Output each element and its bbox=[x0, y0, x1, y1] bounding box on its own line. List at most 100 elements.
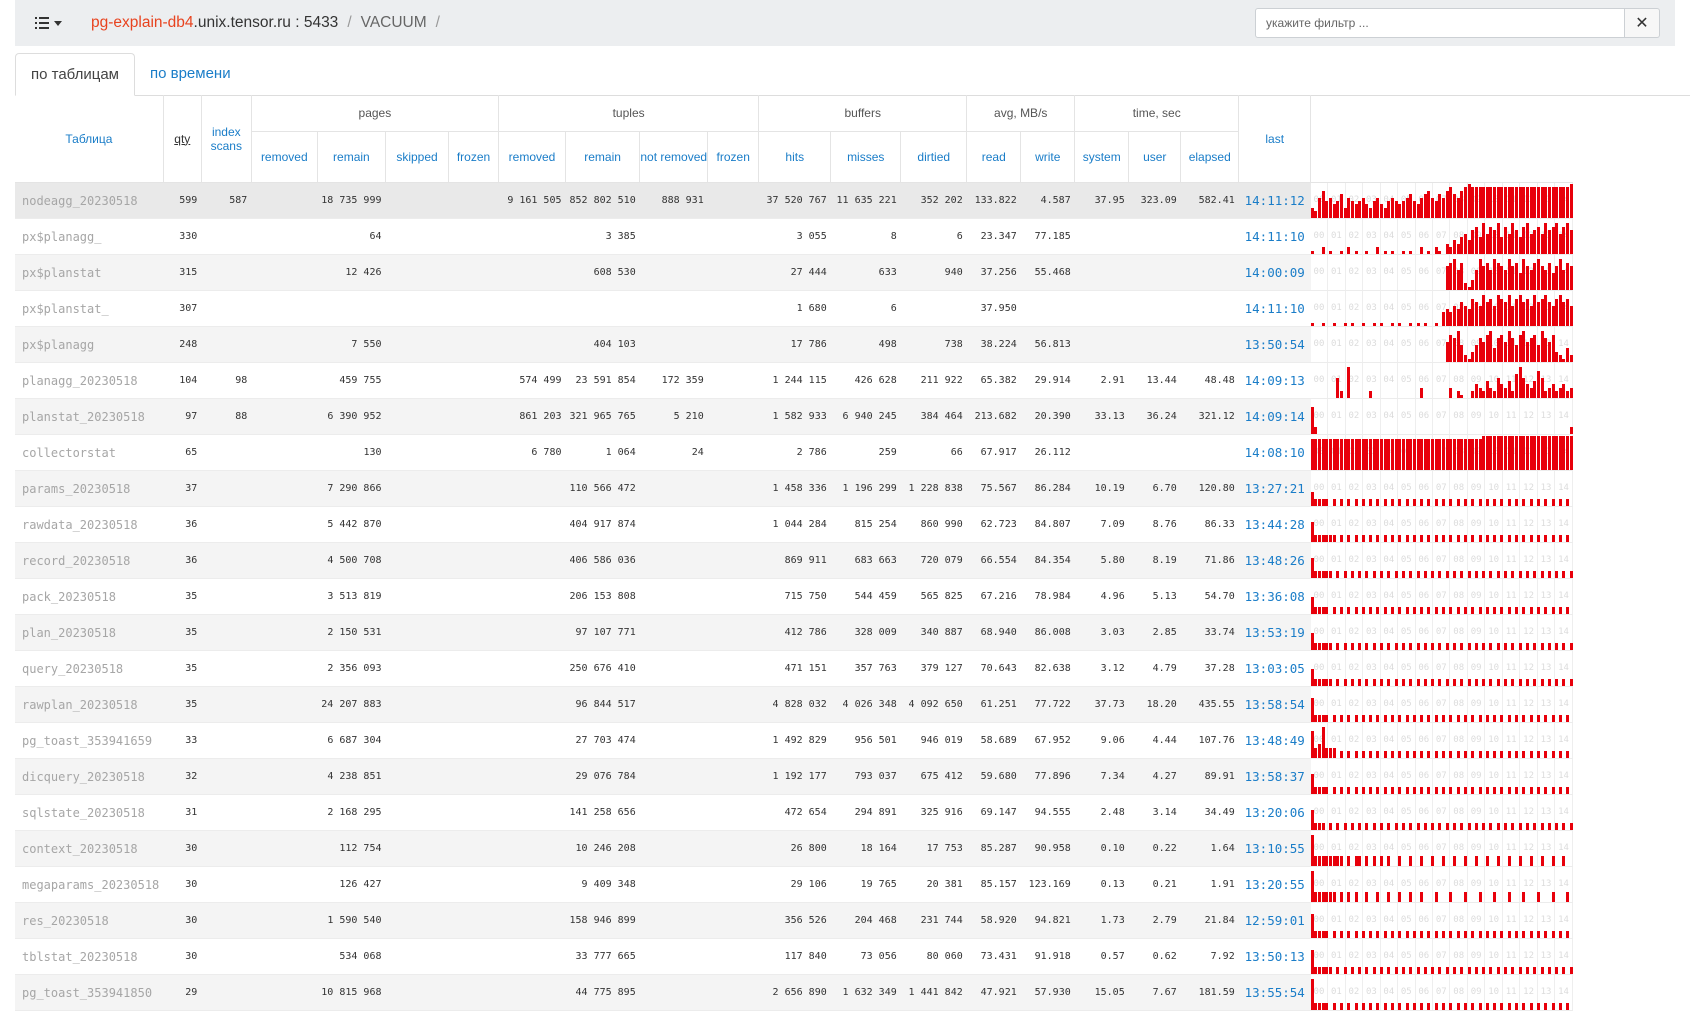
cell-last[interactable]: 13:48:49 bbox=[1238, 722, 1311, 759]
table-row[interactable]: record_20230518 36 4 500 708 406 586 036 869… bbox=[15, 542, 1573, 579]
table-row[interactable]: query_20230518 35 2 356 093 250 676 410 471 … bbox=[15, 650, 1573, 687]
cell-last[interactable]: 13:36:08 bbox=[1238, 578, 1311, 615]
cell-last[interactable]: 13:50:54 bbox=[1238, 326, 1311, 363]
cell-table-name[interactable]: res_20230518 bbox=[15, 902, 164, 939]
cell-last[interactable]: 14:00:09 bbox=[1238, 254, 1311, 291]
table-row[interactable]: px$planstat_ 307 1 680 6 37.950 14:11:10 00 01 0… bbox=[15, 290, 1573, 327]
table-row[interactable]: dicquery_20230518 32 4 238 851 29 076 784 1 … bbox=[15, 758, 1573, 795]
cell-qty: 330 bbox=[163, 218, 202, 255]
col-buffers-misses[interactable]: misses bbox=[830, 131, 902, 183]
breadcrumb-host-port[interactable]: .unix.tensor.ru : 5433 bbox=[194, 14, 339, 32]
breadcrumb-page[interactable]: VACUUM bbox=[361, 14, 427, 32]
table-row[interactable]: pack_20230518 35 3 513 819 206 153 808 715 7… bbox=[15, 578, 1573, 615]
table-row[interactable]: collectorstat 65 130 6 780 1 064 24 2 786 259 66… bbox=[15, 434, 1573, 471]
table-row[interactable]: rawplan_20230518 35 24 207 883 96 844 517 4 … bbox=[15, 686, 1573, 723]
cell-table-name[interactable]: planstat_20230518 bbox=[15, 398, 164, 435]
cell-last[interactable]: 13:55:54 bbox=[1238, 974, 1311, 1011]
col-time-elapsed[interactable]: elapsed bbox=[1180, 131, 1240, 183]
cell-last[interactable]: 13:20:55 bbox=[1238, 866, 1311, 903]
cell-table-name[interactable]: pack_20230518 bbox=[15, 578, 164, 615]
cell-last[interactable]: 13:03:05 bbox=[1238, 650, 1311, 687]
cell-last[interactable]: 13:10:55 bbox=[1238, 830, 1311, 867]
cell-last[interactable]: 13:27:21 bbox=[1238, 470, 1311, 507]
table-row[interactable]: px$planagg 248 7 550 404 103 17 786 498 738 38.… bbox=[15, 326, 1573, 363]
col-buffers-dirtied[interactable]: dirtied bbox=[900, 131, 968, 183]
col-pages-remain[interactable]: remain bbox=[317, 131, 387, 183]
table-row[interactable]: rawdata_20230518 36 5 442 870 404 917 874 1 … bbox=[15, 506, 1573, 543]
cell-table-name[interactable]: tblstat_20230518 bbox=[15, 938, 164, 975]
col-tuples-frozen[interactable]: frozen bbox=[707, 131, 760, 183]
cell-table-name[interactable]: megaparams_20230518 bbox=[15, 866, 164, 903]
cell-last[interactable]: 14:11:12 bbox=[1238, 182, 1311, 219]
col-tuples-removed[interactable]: removed bbox=[498, 131, 566, 183]
col-pages-frozen[interactable]: frozen bbox=[448, 131, 499, 183]
cell-table-name[interactable]: params_20230518 bbox=[15, 470, 164, 507]
col-tuples-remain[interactable]: remain bbox=[565, 131, 641, 183]
cell-table-name[interactable]: px$planagg_ bbox=[15, 218, 164, 255]
cell-table-name[interactable]: collectorstat bbox=[15, 434, 164, 471]
cell-last[interactable]: 12:59:01 bbox=[1238, 902, 1311, 939]
cell-table-name[interactable]: px$planagg bbox=[15, 326, 164, 363]
table-row[interactable]: pg_toast_353941659 33 6 687 304 27 703 474 1… bbox=[15, 722, 1573, 759]
cell-last[interactable]: 14:09:13 bbox=[1238, 362, 1311, 399]
cell-table-name[interactable]: plan_20230518 bbox=[15, 614, 164, 651]
col-pages-skipped[interactable]: skipped bbox=[385, 131, 449, 183]
table-row[interactable]: context_20230518 30 112 754 10 246 208 26 80… bbox=[15, 830, 1573, 867]
col-table[interactable]: Таблица bbox=[15, 95, 164, 183]
table-row[interactable]: nodeagg_20230518 599 587 18 735 999 9 161 50… bbox=[15, 182, 1573, 219]
col-avg-write[interactable]: write bbox=[1020, 131, 1076, 183]
cell-table-name[interactable]: pg_toast_353941850 bbox=[15, 974, 164, 1011]
cell-last[interactable]: 13:48:26 bbox=[1238, 542, 1311, 579]
cell-table-name[interactable]: record_20230518 bbox=[15, 542, 164, 579]
cell-last[interactable]: 14:08:10 bbox=[1238, 434, 1311, 471]
cell-table-name[interactable]: px$planstat bbox=[15, 254, 164, 291]
cell-last[interactable]: 13:58:54 bbox=[1238, 686, 1311, 723]
table-row[interactable]: tblstat_20230518 30 534 068 33 777 665 117 8… bbox=[15, 938, 1573, 975]
table-row[interactable]: res_20230518 30 1 590 540 158 946 899 356 52… bbox=[15, 902, 1573, 939]
cell-last[interactable]: 14:11:10 bbox=[1238, 290, 1311, 327]
cell-table-name[interactable]: nodeagg_20230518 bbox=[15, 182, 164, 219]
col-buffers-hits[interactable]: hits bbox=[758, 131, 832, 183]
cell-table-name[interactable]: px$planstat_ bbox=[15, 290, 164, 327]
col-index-scans[interactable]: index scans bbox=[201, 95, 252, 183]
cell-last[interactable]: 14:09:14 bbox=[1238, 398, 1311, 435]
cell-table-name[interactable]: query_20230518 bbox=[15, 650, 164, 687]
tab-by-tables[interactable]: по таблицам bbox=[15, 53, 135, 96]
breadcrumb-host[interactable]: pg-explain-db4 bbox=[91, 14, 194, 32]
cell-table-name[interactable]: rawplan_20230518 bbox=[15, 686, 164, 723]
cell-last[interactable]: 13:50:13 bbox=[1238, 938, 1311, 975]
table-row[interactable]: px$planagg_ 330 64 3 385 3 055 8 6 23.347 77.185… bbox=[15, 218, 1573, 255]
cell-last[interactable]: 14:11:10 bbox=[1238, 218, 1311, 255]
cell-last[interactable]: 13:44:28 bbox=[1238, 506, 1311, 543]
cell-table-name[interactable]: dicquery_20230518 bbox=[15, 758, 164, 795]
col-activity bbox=[1310, 95, 1573, 183]
table-row[interactable]: megaparams_20230518 30 126 427 9 409 348 29 … bbox=[15, 866, 1573, 903]
col-avg-read[interactable]: read bbox=[966, 131, 1022, 183]
cell-table-name[interactable]: planagg_20230518 bbox=[15, 362, 164, 399]
table-row[interactable]: planagg_20230518 104 98 459 755 574 499 23 59… bbox=[15, 362, 1573, 399]
col-last[interactable]: last bbox=[1238, 95, 1312, 183]
cell-table-name[interactable]: pg_toast_353941659 bbox=[15, 722, 164, 759]
cell-table-name[interactable]: sqlstate_20230518 bbox=[15, 794, 164, 831]
filter-input[interactable] bbox=[1255, 8, 1625, 38]
menu-button[interactable] bbox=[27, 8, 69, 38]
col-pages-removed[interactable]: removed bbox=[251, 131, 318, 183]
table-row[interactable]: sqlstate_20230518 31 2 168 295 141 258 656 4… bbox=[15, 794, 1573, 831]
cell-table-name[interactable]: rawdata_20230518 bbox=[15, 506, 164, 543]
col-time-user[interactable]: user bbox=[1128, 131, 1182, 183]
table-row[interactable]: px$planstat 315 12 426 608 530 27 444 633 940 3… bbox=[15, 254, 1573, 291]
cell-buffers-hits: 356 526 bbox=[758, 902, 831, 939]
col-qty[interactable]: qty bbox=[163, 95, 202, 183]
table-row[interactable]: planstat_20230518 97 88 6 390 952 861 203 321… bbox=[15, 398, 1573, 435]
col-tuples-not-removed[interactable]: not removed bbox=[639, 131, 709, 183]
cell-last[interactable]: 13:58:37 bbox=[1238, 758, 1311, 795]
col-time-system[interactable]: system bbox=[1074, 131, 1130, 183]
table-row[interactable]: pg_toast_353941850 29 10 815 968 44 775 895… bbox=[15, 974, 1573, 1011]
tab-by-time[interactable]: по времени bbox=[135, 53, 246, 94]
cell-table-name[interactable]: context_20230518 bbox=[15, 830, 164, 867]
cell-last[interactable]: 13:53:19 bbox=[1238, 614, 1311, 651]
table-row[interactable]: plan_20230518 35 2 150 531 97 107 771 412 78… bbox=[15, 614, 1573, 651]
cell-last[interactable]: 13:20:06 bbox=[1238, 794, 1311, 831]
table-row[interactable]: params_20230518 37 7 290 866 110 566 472 1 4… bbox=[15, 470, 1573, 507]
filter-clear-button[interactable]: ✕ bbox=[1625, 8, 1660, 38]
